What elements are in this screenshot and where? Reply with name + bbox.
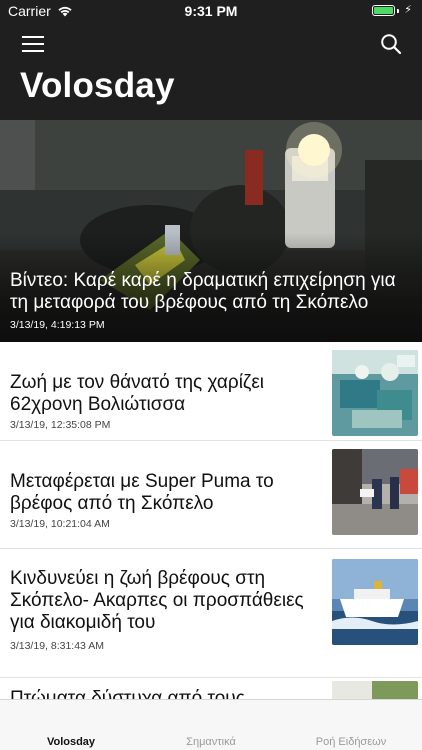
featured-article-date: 3/13/19, 4:19:13 PM xyxy=(10,319,105,331)
status-bar: Carrier 9:31 PM ⚡ xyxy=(0,0,422,22)
tab-important[interactable]: Σημαντικά xyxy=(141,736,281,748)
app-header: Volosday xyxy=(0,22,422,120)
article-thumbnail xyxy=(332,449,418,535)
featured-article[interactable]: Βίντεο: Καρέ καρέ η δραματική επιχείρηση… xyxy=(0,120,422,342)
hamburger-icon-line xyxy=(22,50,44,52)
app-screen: Carrier 9:31 PM ⚡ Volosday Βίντεο: Καρέ … xyxy=(0,0,422,750)
battery-indicator: ⚡ xyxy=(372,5,412,16)
tab-volosday[interactable]: Volosday xyxy=(1,736,141,748)
hamburger-icon-line xyxy=(22,43,44,45)
featured-article-title: Βίντεο: Καρέ καρέ η δραματική επιχείρηση… xyxy=(10,270,396,313)
article-title: Ζωή με τον θάνατό της χαρίζει 62χρονη Βο… xyxy=(10,372,265,415)
tab-news-feed[interactable]: Ροή Ειδήσεων xyxy=(281,736,421,748)
article-title: Κινδυνεύει η ζωή βρέφους στη Σκόπελο- Ακ… xyxy=(10,568,304,633)
search-icon[interactable] xyxy=(380,33,402,55)
menu-button[interactable] xyxy=(22,36,44,52)
battery-nub xyxy=(397,8,400,13)
article-thumbnail xyxy=(332,559,418,645)
hamburger-icon xyxy=(22,36,44,38)
clock: 9:31 PM xyxy=(184,3,238,19)
page-title: Volosday xyxy=(20,66,175,105)
tab-bar: Volosday Σημαντικά Ροή Ειδήσεων xyxy=(0,699,422,750)
charging-bolt-icon: ⚡ xyxy=(404,4,412,16)
battery-level xyxy=(374,7,394,14)
article-date: 3/13/19, 12:35:08 PM xyxy=(10,419,111,431)
battery-icon xyxy=(372,5,396,16)
article-date: 3/13/19, 8:31:43 AM xyxy=(10,640,104,652)
list-item[interactable]: Μεταφέρεται με Super Puma το βρέφος από … xyxy=(0,441,422,548)
article-date: 3/13/19, 10:21:04 AM xyxy=(10,518,110,530)
article-thumbnail xyxy=(332,350,418,436)
article-title: Μεταφέρεται με Super Puma το βρέφος από … xyxy=(10,471,274,514)
list-item[interactable]: Κινδυνεύει η ζωή βρέφους στη Σκόπελο- Ακ… xyxy=(0,549,422,677)
list-item[interactable]: Ζωή με τον θάνατό της χαρίζει 62χρονη Βο… xyxy=(0,342,422,440)
